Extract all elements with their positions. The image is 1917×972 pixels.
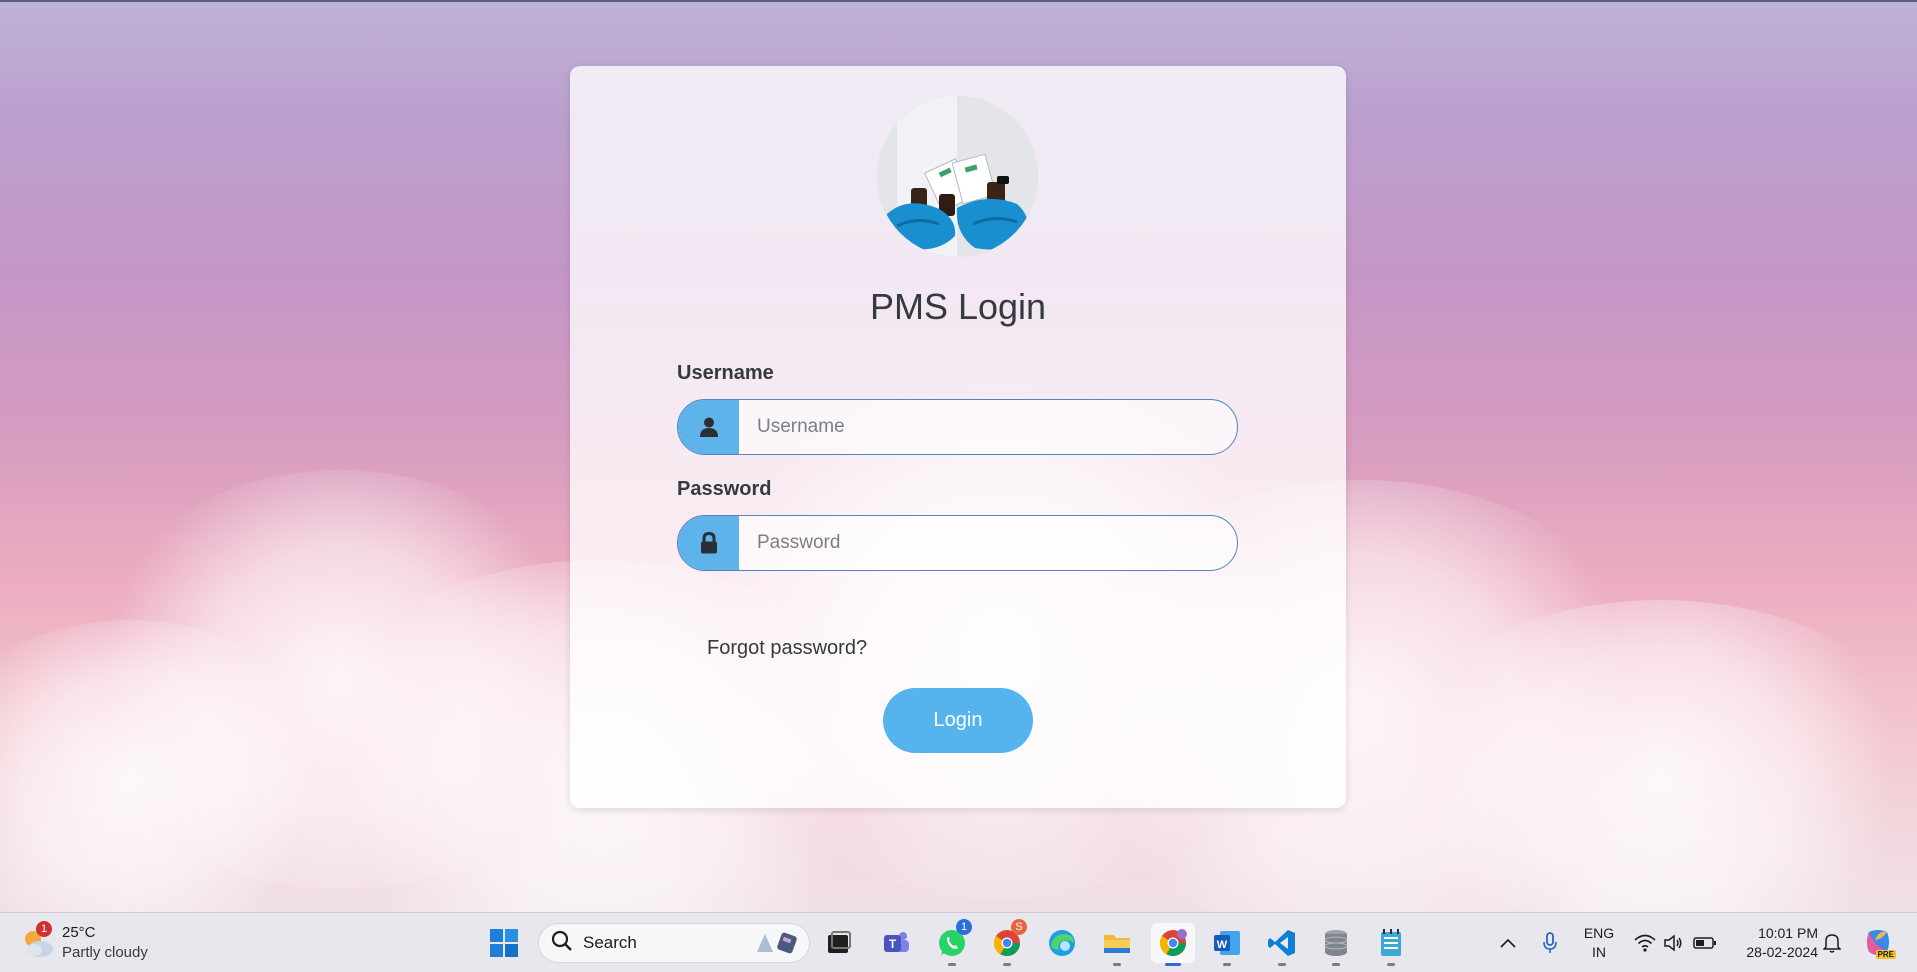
- file-explorer-icon[interactable]: [1097, 923, 1137, 966]
- notification-bell-icon[interactable]: [1814, 923, 1850, 963]
- clock-date: 28-02-2024: [1746, 944, 1818, 960]
- database-icon[interactable]: [1316, 923, 1356, 966]
- taskbar-search[interactable]: Search: [538, 923, 810, 963]
- weather-widget[interactable]: 1 25°C Partly cloudy: [20, 921, 148, 965]
- weather-condition: Partly cloudy: [62, 944, 148, 961]
- wifi-icon[interactable]: [1630, 923, 1660, 963]
- password-input[interactable]: [739, 516, 1237, 570]
- username-input[interactable]: [739, 400, 1237, 454]
- weather-badge: 1: [36, 921, 52, 937]
- language-region: IN: [1592, 944, 1606, 960]
- running-indicator: [1003, 963, 1011, 966]
- password-input-group: [677, 515, 1238, 571]
- clock[interactable]: 10:01 PM 28-02-2024: [1728, 924, 1818, 962]
- svg-text:T: T: [889, 937, 897, 951]
- weather-temperature: 25°C: [62, 924, 96, 941]
- running-indicator: [1278, 963, 1286, 966]
- page-title: PMS Login: [869, 286, 1047, 327]
- volume-icon[interactable]: [1658, 923, 1688, 963]
- search-highlight-icon: [751, 928, 801, 958]
- language-indicator[interactable]: ENG IN: [1578, 924, 1620, 962]
- pharmacy-avatar-image: [877, 96, 1038, 257]
- login-button[interactable]: Login: [883, 688, 1033, 753]
- microphone-icon[interactable]: [1532, 923, 1568, 963]
- clock-time: 10:01 PM: [1758, 925, 1818, 941]
- teams-icon[interactable]: T: [876, 923, 916, 963]
- chrome-icon[interactable]: S: [987, 919, 1027, 966]
- running-indicator: [948, 963, 956, 966]
- copilot-badge: PRE: [1875, 950, 1896, 959]
- vscode-icon[interactable]: [1262, 923, 1302, 966]
- username-label: Username: [677, 362, 774, 384]
- chrome-profile-icon[interactable]: [1151, 923, 1195, 966]
- window-top-border: [0, 0, 1917, 2]
- lock-icon: [678, 516, 739, 570]
- svg-text:W: W: [1217, 939, 1228, 951]
- word-icon[interactable]: W: [1207, 923, 1247, 966]
- partly-cloudy-icon: 1: [20, 921, 56, 961]
- whatsapp-icon[interactable]: 1: [932, 919, 972, 966]
- running-indicator: [1113, 963, 1121, 966]
- running-indicator: [1223, 963, 1231, 966]
- language-code: ENG: [1583, 925, 1615, 941]
- taskbar: 1 25°C Partly cloudy Search T 1 S W ENG …: [0, 912, 1917, 972]
- forgot-password-link[interactable]: Forgot password?: [707, 637, 867, 660]
- active-indicator: [1165, 963, 1181, 966]
- password-label: Password: [677, 478, 772, 500]
- copilot-icon[interactable]: PRE: [1858, 923, 1898, 963]
- running-indicator: [1332, 963, 1340, 966]
- search-label: Search: [583, 933, 637, 952]
- battery-icon[interactable]: [1688, 923, 1722, 963]
- username-input-group: [677, 399, 1238, 455]
- whatsapp-badge: 1: [956, 919, 972, 935]
- login-card: PMS Login Username Password Forgot passw…: [570, 66, 1346, 808]
- start-icon[interactable]: [484, 923, 524, 963]
- running-indicator: [1387, 963, 1395, 966]
- notepad-icon[interactable]: [1371, 923, 1411, 966]
- chrome-badge: S: [1011, 919, 1027, 935]
- search-icon: [551, 930, 573, 957]
- user-icon: [678, 400, 739, 454]
- task-view-icon[interactable]: [819, 923, 859, 963]
- edge-icon[interactable]: [1042, 923, 1082, 963]
- chevron-up-icon[interactable]: [1490, 923, 1526, 963]
